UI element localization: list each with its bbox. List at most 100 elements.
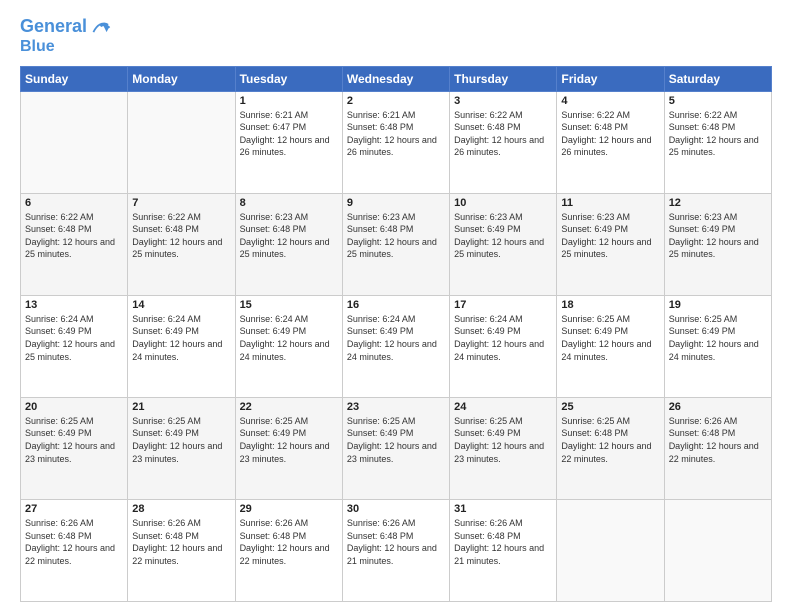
day-sunset: Sunset: 6:49 PM xyxy=(132,326,199,336)
day-daylight: Daylight: 12 hours and 25 minutes. xyxy=(669,135,759,158)
day-daylight: Daylight: 12 hours and 24 minutes. xyxy=(454,339,544,362)
day-sunrise: Sunrise: 6:22 AM xyxy=(669,110,738,120)
day-daylight: Daylight: 12 hours and 24 minutes. xyxy=(347,339,437,362)
day-sunrise: Sunrise: 6:23 AM xyxy=(347,212,416,222)
day-daylight: Daylight: 12 hours and 22 minutes. xyxy=(25,543,115,566)
day-number: 18 xyxy=(561,299,659,311)
day-sunset: Sunset: 6:48 PM xyxy=(561,428,628,438)
logo-icon xyxy=(89,16,111,38)
logo-text: General xyxy=(20,17,87,37)
day-number: 12 xyxy=(669,197,767,209)
day-number: 1 xyxy=(240,95,338,107)
day-sunrise: Sunrise: 6:23 AM xyxy=(240,212,309,222)
calendar-cell xyxy=(664,499,771,601)
day-number: 6 xyxy=(25,197,123,209)
day-number: 26 xyxy=(669,401,767,413)
day-sunrise: Sunrise: 6:22 AM xyxy=(454,110,523,120)
day-sunrise: Sunrise: 6:22 AM xyxy=(561,110,630,120)
calendar-week-row: 27 Sunrise: 6:26 AM Sunset: 6:48 PM Dayl… xyxy=(21,499,772,601)
col-tuesday: Tuesday xyxy=(235,66,342,91)
day-daylight: Daylight: 12 hours and 24 minutes. xyxy=(132,339,222,362)
day-sunrise: Sunrise: 6:26 AM xyxy=(669,416,738,426)
calendar-cell: 23 Sunrise: 6:25 AM Sunset: 6:49 PM Dayl… xyxy=(342,397,449,499)
day-sunrise: Sunrise: 6:25 AM xyxy=(561,416,630,426)
day-number: 17 xyxy=(454,299,552,311)
day-number: 25 xyxy=(561,401,659,413)
day-daylight: Daylight: 12 hours and 24 minutes. xyxy=(240,339,330,362)
day-number: 22 xyxy=(240,401,338,413)
logo-text-blue: Blue xyxy=(20,38,55,56)
day-number: 29 xyxy=(240,503,338,515)
day-number: 2 xyxy=(347,95,445,107)
day-daylight: Daylight: 12 hours and 24 minutes. xyxy=(561,339,651,362)
day-daylight: Daylight: 12 hours and 22 minutes. xyxy=(561,441,651,464)
day-daylight: Daylight: 12 hours and 25 minutes. xyxy=(25,237,115,260)
day-sunrise: Sunrise: 6:26 AM xyxy=(240,518,309,528)
calendar-cell: 7 Sunrise: 6:22 AM Sunset: 6:48 PM Dayli… xyxy=(128,193,235,295)
calendar-cell: 18 Sunrise: 6:25 AM Sunset: 6:49 PM Dayl… xyxy=(557,295,664,397)
calendar-week-row: 1 Sunrise: 6:21 AM Sunset: 6:47 PM Dayli… xyxy=(21,91,772,193)
calendar-cell: 8 Sunrise: 6:23 AM Sunset: 6:48 PM Dayli… xyxy=(235,193,342,295)
calendar-cell: 27 Sunrise: 6:26 AM Sunset: 6:48 PM Dayl… xyxy=(21,499,128,601)
page: General Blue Sunday Monday Tuesday We xyxy=(0,0,792,612)
day-daylight: Daylight: 12 hours and 25 minutes. xyxy=(240,237,330,260)
day-daylight: Daylight: 12 hours and 23 minutes. xyxy=(25,441,115,464)
calendar-week-row: 20 Sunrise: 6:25 AM Sunset: 6:49 PM Dayl… xyxy=(21,397,772,499)
calendar-week-row: 6 Sunrise: 6:22 AM Sunset: 6:48 PM Dayli… xyxy=(21,193,772,295)
day-daylight: Daylight: 12 hours and 25 minutes. xyxy=(25,339,115,362)
day-sunset: Sunset: 6:49 PM xyxy=(25,428,92,438)
calendar-cell xyxy=(21,91,128,193)
day-number: 3 xyxy=(454,95,552,107)
day-sunset: Sunset: 6:49 PM xyxy=(454,224,521,234)
day-daylight: Daylight: 12 hours and 23 minutes. xyxy=(240,441,330,464)
day-sunrise: Sunrise: 6:26 AM xyxy=(132,518,201,528)
day-number: 14 xyxy=(132,299,230,311)
day-sunset: Sunset: 6:48 PM xyxy=(25,531,92,541)
day-sunset: Sunset: 6:48 PM xyxy=(132,224,199,234)
col-thursday: Thursday xyxy=(450,66,557,91)
day-daylight: Daylight: 12 hours and 25 minutes. xyxy=(669,237,759,260)
day-number: 27 xyxy=(25,503,123,515)
day-sunrise: Sunrise: 6:24 AM xyxy=(240,314,309,324)
calendar-cell: 26 Sunrise: 6:26 AM Sunset: 6:48 PM Dayl… xyxy=(664,397,771,499)
day-number: 8 xyxy=(240,197,338,209)
calendar-cell: 15 Sunrise: 6:24 AM Sunset: 6:49 PM Dayl… xyxy=(235,295,342,397)
day-number: 13 xyxy=(25,299,123,311)
day-number: 30 xyxy=(347,503,445,515)
day-sunset: Sunset: 6:49 PM xyxy=(347,326,414,336)
day-sunrise: Sunrise: 6:23 AM xyxy=(561,212,630,222)
day-sunrise: Sunrise: 6:23 AM xyxy=(454,212,523,222)
day-daylight: Daylight: 12 hours and 26 minutes. xyxy=(561,135,651,158)
day-daylight: Daylight: 12 hours and 26 minutes. xyxy=(240,135,330,158)
day-sunset: Sunset: 6:48 PM xyxy=(132,531,199,541)
calendar-cell: 10 Sunrise: 6:23 AM Sunset: 6:49 PM Dayl… xyxy=(450,193,557,295)
day-number: 31 xyxy=(454,503,552,515)
day-sunrise: Sunrise: 6:25 AM xyxy=(347,416,416,426)
day-number: 16 xyxy=(347,299,445,311)
calendar-cell: 5 Sunrise: 6:22 AM Sunset: 6:48 PM Dayli… xyxy=(664,91,771,193)
day-sunrise: Sunrise: 6:25 AM xyxy=(240,416,309,426)
day-sunrise: Sunrise: 6:26 AM xyxy=(454,518,523,528)
day-sunrise: Sunrise: 6:26 AM xyxy=(347,518,416,528)
day-sunset: Sunset: 6:49 PM xyxy=(669,224,736,234)
header: General Blue xyxy=(20,16,772,56)
day-sunrise: Sunrise: 6:24 AM xyxy=(132,314,201,324)
day-sunset: Sunset: 6:49 PM xyxy=(669,326,736,336)
calendar-cell: 30 Sunrise: 6:26 AM Sunset: 6:48 PM Dayl… xyxy=(342,499,449,601)
day-sunrise: Sunrise: 6:23 AM xyxy=(669,212,738,222)
calendar-cell: 21 Sunrise: 6:25 AM Sunset: 6:49 PM Dayl… xyxy=(128,397,235,499)
calendar-cell: 1 Sunrise: 6:21 AM Sunset: 6:47 PM Dayli… xyxy=(235,91,342,193)
calendar-cell: 25 Sunrise: 6:25 AM Sunset: 6:48 PM Dayl… xyxy=(557,397,664,499)
day-sunrise: Sunrise: 6:25 AM xyxy=(454,416,523,426)
day-daylight: Daylight: 12 hours and 25 minutes. xyxy=(561,237,651,260)
day-daylight: Daylight: 12 hours and 24 minutes. xyxy=(669,339,759,362)
day-number: 11 xyxy=(561,197,659,209)
day-sunset: Sunset: 6:48 PM xyxy=(454,122,521,132)
day-sunset: Sunset: 6:48 PM xyxy=(561,122,628,132)
day-sunrise: Sunrise: 6:21 AM xyxy=(240,110,309,120)
day-number: 7 xyxy=(132,197,230,209)
calendar-cell: 14 Sunrise: 6:24 AM Sunset: 6:49 PM Dayl… xyxy=(128,295,235,397)
day-sunset: Sunset: 6:48 PM xyxy=(347,531,414,541)
day-sunset: Sunset: 6:48 PM xyxy=(347,122,414,132)
day-sunset: Sunset: 6:48 PM xyxy=(669,428,736,438)
